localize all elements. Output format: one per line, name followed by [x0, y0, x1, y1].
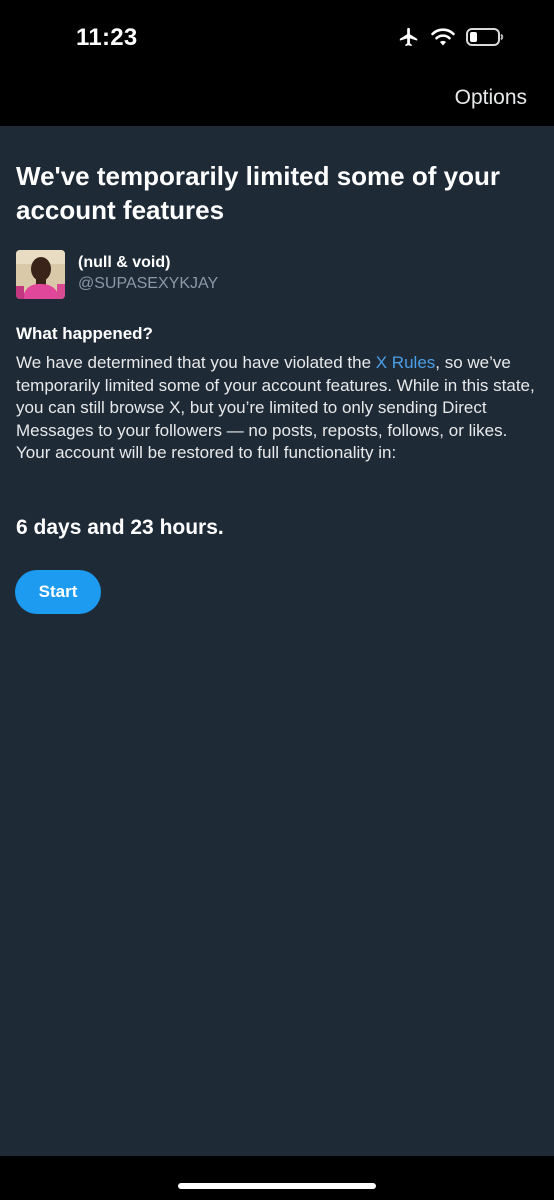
what-happened-heading: What happened?: [16, 324, 153, 343]
bottom-bar: [0, 1156, 554, 1200]
nav-bar: Options: [0, 72, 554, 126]
restriction-duration: 6 days and 23 hours.: [16, 516, 224, 539]
home-indicator[interactable]: [178, 1183, 376, 1189]
x-rules-link[interactable]: X Rules: [376, 353, 436, 372]
account-text: (null & void) @SUPASEXYKJAY: [78, 253, 218, 295]
status-icons: [398, 26, 504, 48]
options-button[interactable]: Options: [455, 86, 527, 110]
status-time: 11:23: [76, 24, 138, 51]
wifi-icon: [430, 27, 456, 47]
explanation-text: We have determined that you have violate…: [16, 352, 544, 465]
account-row: (null & void) @SUPASEXYKJAY: [16, 250, 218, 300]
notice-content: We've temporarily limited some of your a…: [0, 126, 554, 1156]
battery-icon: [466, 27, 504, 47]
airplane-icon: [398, 26, 420, 48]
page-title: We've temporarily limited some of your a…: [16, 161, 500, 225]
account-handle: @SUPASEXYKJAY: [78, 275, 219, 292]
status-bar: 11:23: [0, 0, 554, 72]
explanation-text-start: We have determined that you have violate…: [16, 353, 376, 372]
start-button[interactable]: Start: [15, 570, 101, 614]
avatar: [16, 250, 65, 299]
display-name: (null & void): [78, 254, 171, 271]
